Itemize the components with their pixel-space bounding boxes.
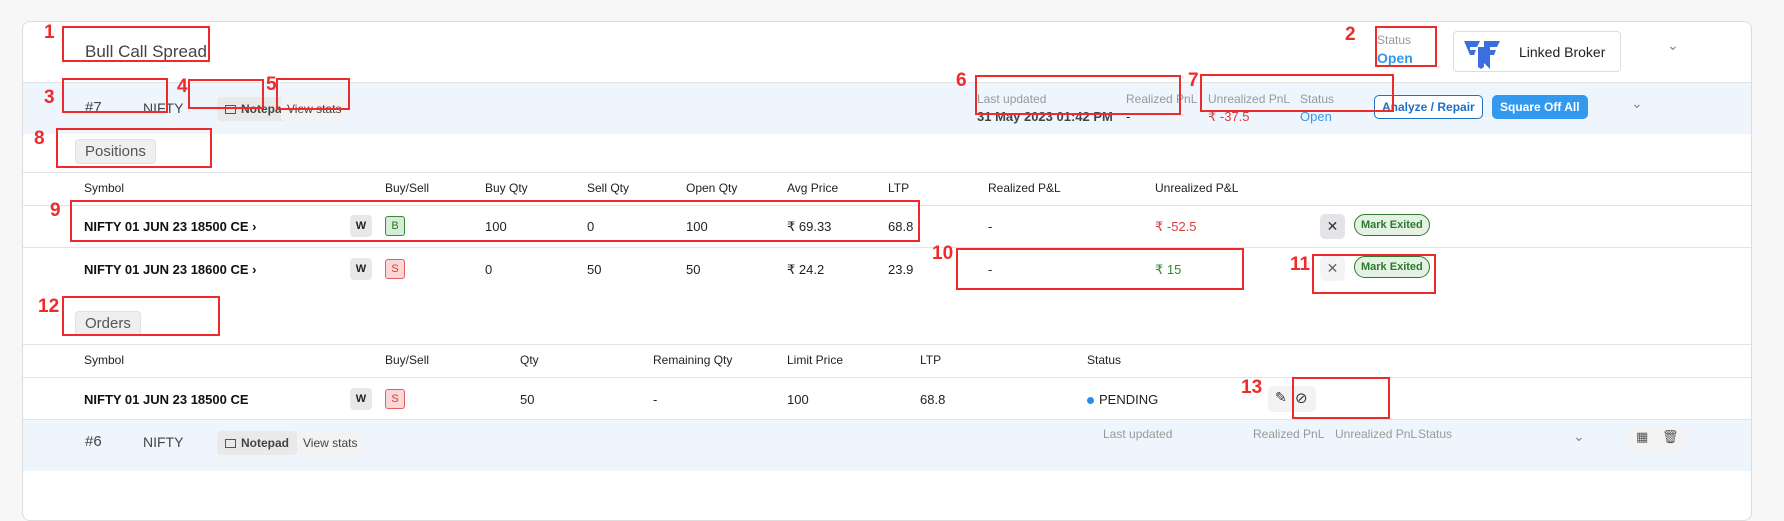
ltp: 23.9 <box>888 262 914 277</box>
edit-icon[interactable]: ✎ <box>1275 389 1287 406</box>
annotation-label: 4 <box>177 76 188 97</box>
annotation-box <box>1375 26 1437 67</box>
annotation-label: 8 <box>34 128 45 149</box>
col-header: Remaining Qty <box>653 353 733 367</box>
strategy-symbol: NIFTY <box>143 434 184 450</box>
chevron-down-icon[interactable]: ⌄ <box>1631 95 1643 112</box>
annotation-label: 1 <box>44 22 55 43</box>
annotation-box <box>70 200 920 242</box>
order-symbol: NIFTY 01 JUN 23 18500 CE <box>84 392 249 407</box>
archive-icon[interactable]: ▦ <box>1636 429 1648 445</box>
col-header: Symbol <box>84 181 125 195</box>
chevron-down-icon[interactable]: ⌄ <box>1573 428 1585 445</box>
unrealized-pnl: ₹ -52.5 <box>1155 219 1197 234</box>
col-header: Buy/Sell <box>385 181 430 195</box>
bar-actions: ▦ 🗑 <box>1628 426 1686 452</box>
col-header: Sell Qty <box>587 181 630 195</box>
annotation-box <box>62 296 220 336</box>
remaining-qty: - <box>653 392 658 407</box>
view-stats-button[interactable]: View stats <box>297 431 364 455</box>
annotation-box <box>276 78 350 110</box>
strategy-id: #6 <box>85 433 102 450</box>
chevron-right-icon: › <box>252 262 257 277</box>
col-header: LTP <box>888 181 910 195</box>
order-status: PENDING <box>1087 392 1158 407</box>
realized-pnl: - <box>988 219 993 234</box>
annotation-box <box>975 75 1181 115</box>
last-updated-label: Last updated <box>1103 427 1173 441</box>
annotation-label: 2 <box>1345 24 1356 45</box>
annotation-label: 9 <box>50 200 61 221</box>
unrealized-label: Unrealized PnL <box>1335 427 1418 441</box>
position-symbol-link[interactable]: NIFTY 01 JUN 23 18600 CE › <box>84 262 256 277</box>
mark-exited-button[interactable]: Mark Exited <box>1354 214 1430 236</box>
side-badge: S <box>385 389 405 409</box>
annotation-box <box>62 26 210 62</box>
annotation-box <box>1292 377 1390 419</box>
col-header: Open Qty <box>686 181 738 195</box>
ltp: 68.8 <box>920 392 946 407</box>
trash-icon[interactable]: 🗑 <box>1662 429 1679 445</box>
annotation-label: 5 <box>266 74 277 95</box>
weekly-badge: W <box>350 258 372 280</box>
annotation-box <box>1312 254 1436 294</box>
close-icon[interactable]: ✕ <box>1320 214 1345 239</box>
col-header: Qty <box>520 353 539 367</box>
limit-price: 100 <box>787 392 809 407</box>
notepad-button[interactable]: Notepad <box>217 431 297 455</box>
side-badge: S <box>385 259 405 279</box>
status-dot-icon <box>1087 397 1094 405</box>
sell-qty: 50 <box>587 262 602 277</box>
annotation-label: 3 <box>44 87 55 108</box>
col-header: Unrealized P&L <box>1155 181 1239 195</box>
status-label: Status <box>1418 427 1453 441</box>
realized-label: Realized PnL <box>1253 427 1325 441</box>
col-header: Status <box>1087 353 1122 367</box>
annotation-label: 11 <box>1290 254 1311 275</box>
col-header: Limit Price <box>787 353 844 367</box>
notepad-icon <box>225 439 236 448</box>
broker-logo-icon <box>1464 41 1500 69</box>
col-header: Buy/Sell <box>385 353 430 367</box>
square-off-all-button[interactable]: Square Off All <box>1492 95 1588 119</box>
col-header: Symbol <box>84 353 125 367</box>
buy-qty: 0 <box>485 262 493 277</box>
annotation-box <box>956 248 1244 290</box>
col-header: Avg Price <box>787 181 839 195</box>
annotation-box <box>56 128 212 168</box>
weekly-badge: W <box>350 388 372 410</box>
qty: 50 <box>520 392 535 407</box>
annotation-label: 13 <box>1241 377 1263 398</box>
chevron-down-icon[interactable]: ⌄ <box>1667 37 1679 54</box>
annotation-label: 7 <box>1188 70 1199 91</box>
col-header: Buy Qty <box>485 181 528 195</box>
annotation-box <box>62 78 168 113</box>
annotation-label: 6 <box>956 70 967 91</box>
col-header: Realized P&L <box>988 181 1061 195</box>
open-qty: 50 <box>686 262 701 277</box>
strategy-bar: #6 NIFTY Notepad View stats Last updated… <box>23 419 1751 471</box>
annotation-label: 12 <box>38 296 60 317</box>
linked-broker-button[interactable]: Linked Broker <box>1453 31 1621 72</box>
col-header: LTP <box>920 353 942 367</box>
annotation-label: 10 <box>932 243 954 264</box>
annotation-box <box>188 79 264 109</box>
avg-price: ₹ 24.2 <box>787 262 825 277</box>
annotation-box <box>1200 74 1394 112</box>
